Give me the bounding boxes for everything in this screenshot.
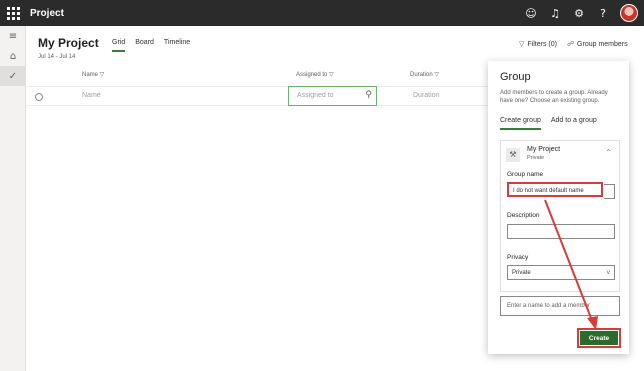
filters-button[interactable]: ▽ Filters (0) bbox=[519, 40, 557, 48]
tab-create-group[interactable]: Create group bbox=[500, 117, 541, 130]
waffle-icon bbox=[6, 6, 20, 20]
privacy-label: Privacy bbox=[507, 254, 529, 261]
chevron-down-icon: v bbox=[606, 269, 610, 276]
assigned-to-placeholder: Assigned to bbox=[297, 92, 334, 99]
privacy-selected: Private bbox=[512, 270, 531, 276]
smiley-icon[interactable]: ☺ bbox=[524, 7, 538, 20]
grid-header: Name ▽ Assigned to ▽ Duration ▽ bbox=[0, 71, 488, 83]
app-title: Project bbox=[30, 7, 64, 19]
group-card-privacy: Private bbox=[527, 155, 545, 161]
group-name-field-end bbox=[604, 184, 615, 199]
top-bar: Project ☺ ♫ ⚙ ? bbox=[0, 0, 644, 26]
tab-board[interactable]: Board bbox=[135, 39, 154, 52]
group-members-button[interactable]: ☍ Group members bbox=[567, 40, 628, 48]
members-icon: ☍ bbox=[566, 40, 575, 48]
add-person-icon[interactable]: ⚲ bbox=[365, 90, 372, 100]
project-header: My Project Jul 14 - Jul 14 bbox=[38, 36, 99, 60]
row-complete-radio[interactable] bbox=[35, 93, 43, 101]
header-actions: ▽ Filters (0) ☍ Group members bbox=[519, 40, 628, 48]
create-button[interactable]: Create bbox=[580, 331, 618, 345]
description-field[interactable] bbox=[507, 224, 615, 239]
privacy-select[interactable]: Private v bbox=[507, 265, 615, 280]
column-duration[interactable]: Duration ▽ bbox=[410, 71, 439, 78]
panel-description: Add members to create a group. Already h… bbox=[500, 90, 608, 104]
group-name-label: Group name bbox=[507, 171, 544, 178]
panel-title: Group bbox=[500, 71, 531, 83]
panel-tabs: Create group Add to a group bbox=[500, 117, 597, 130]
duration-input[interactable]: Duration bbox=[413, 92, 439, 99]
tab-grid[interactable]: Grid bbox=[112, 39, 126, 52]
view-tabs: Grid Board Timeline bbox=[112, 39, 190, 52]
column-assigned[interactable]: Assigned to ▽ bbox=[296, 71, 334, 78]
chevron-up-icon[interactable]: ^ bbox=[606, 149, 611, 156]
avatar[interactable] bbox=[620, 4, 638, 22]
group-card: ⚒ My Project Private ^ Group name I do n… bbox=[500, 140, 620, 292]
help-icon[interactable]: ? bbox=[596, 7, 610, 20]
gear-icon[interactable]: ⚙ bbox=[572, 7, 586, 20]
description-label: Description bbox=[507, 212, 540, 219]
group-icon: ⚒ bbox=[506, 148, 520, 162]
group-card-name: My Project bbox=[527, 146, 561, 153]
tab-add-to-group[interactable]: Add to a group bbox=[551, 117, 597, 130]
project-dates: Jul 14 - Jul 14 bbox=[38, 54, 76, 60]
home-icon[interactable]: ⌂ bbox=[0, 46, 26, 66]
bell-icon[interactable]: ♫ bbox=[548, 7, 562, 20]
app-launcher-button[interactable] bbox=[0, 0, 26, 26]
group-name-field[interactable]: I do not want default name bbox=[507, 182, 603, 197]
page-title: My Project bbox=[38, 36, 99, 50]
create-highlight: Create bbox=[577, 328, 621, 348]
assigned-to-input[interactable]: Assigned to ⚲ bbox=[288, 86, 377, 106]
column-name[interactable]: Name ▽ bbox=[82, 71, 104, 78]
name-input[interactable]: Name bbox=[82, 92, 101, 99]
tab-timeline[interactable]: Timeline bbox=[164, 39, 190, 52]
group-panel: Group Add members to create a group. Alr… bbox=[488, 61, 629, 354]
add-member-input[interactable]: Enter a name to add a member bbox=[500, 296, 620, 316]
filter-icon: ▽ bbox=[519, 40, 525, 48]
hamburger-icon[interactable]: ≡ bbox=[0, 26, 26, 46]
